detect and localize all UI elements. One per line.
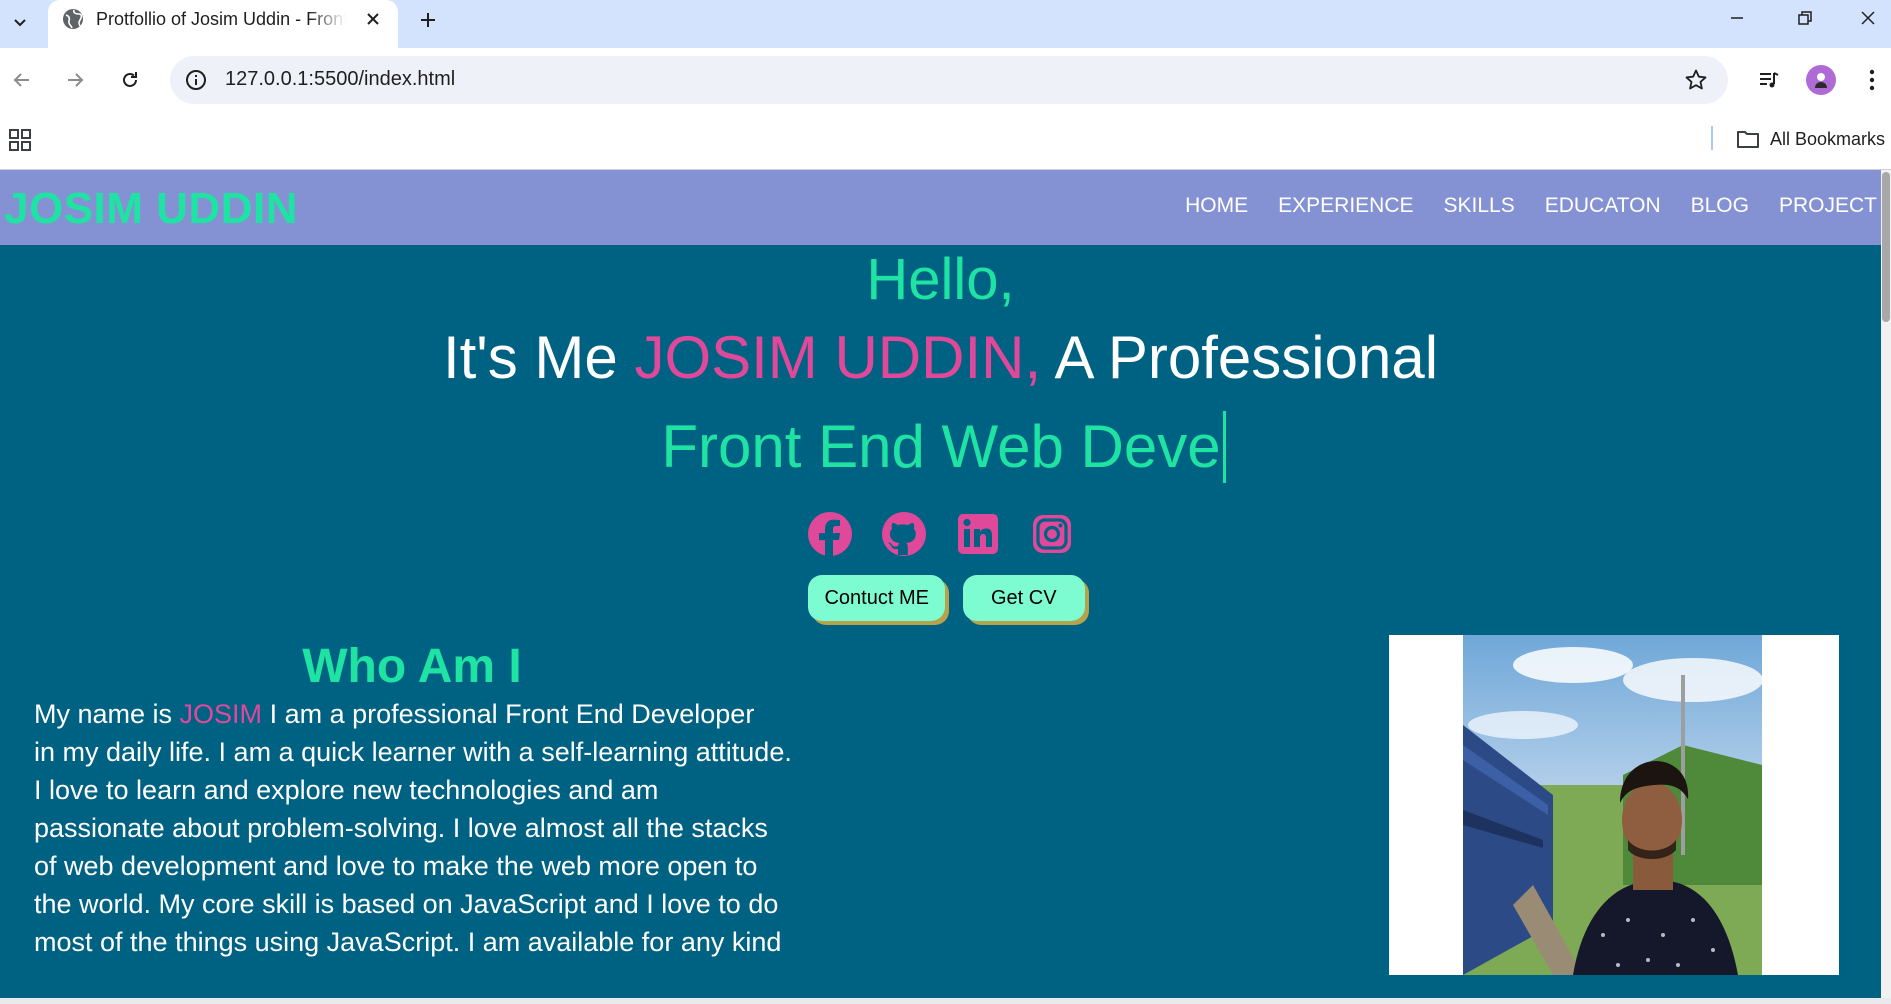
forward-button[interactable]: [57, 62, 93, 98]
nav-experience[interactable]: EXPERIENCE: [1278, 194, 1413, 218]
minimize-icon: [1731, 17, 1743, 19]
nav-blog[interactable]: BLOG: [1691, 194, 1749, 218]
restore-button[interactable]: [1775, 0, 1835, 36]
active-tab[interactable]: Protfollio of Josim Uddin - Front End We…: [48, 0, 398, 48]
about-paragraph: My name is JOSIM I am a professional Fro…: [34, 695, 804, 961]
cta-row: Contuct ME Get CV: [0, 575, 1881, 621]
scrollbar-thumb[interactable]: [1882, 172, 1890, 322]
site-header: JOSIM UDDIN HOME EXPERIENCE SKILLS EDUCA…: [0, 170, 1881, 245]
about-line: My name is JOSIM I am a professional Fro…: [34, 695, 804, 733]
github-link[interactable]: [881, 511, 927, 557]
minimize-button[interactable]: [1707, 0, 1767, 36]
profile-photo-frame: [1389, 635, 1839, 975]
nav-skills[interactable]: SKILLS: [1444, 194, 1515, 218]
browser-toolbar: 127.0.0.1:5500/index.html: [0, 48, 1891, 108]
hero-greeting: Hello,: [866, 247, 1015, 312]
social-links: [0, 511, 1881, 557]
facebook-link[interactable]: [807, 511, 853, 557]
media-control-button[interactable]: [1751, 62, 1787, 98]
new-tab-button[interactable]: [412, 4, 444, 36]
arrow-right-icon: [68, 73, 84, 87]
plus-icon: [421, 13, 435, 27]
folder-icon: [1737, 131, 1759, 148]
address-bar[interactable]: 127.0.0.1:5500/index.html: [170, 56, 1728, 104]
url-text: 127.0.0.1:5500/index.html: [225, 68, 456, 90]
restore-icon: [1798, 11, 1812, 25]
avatar: [1806, 65, 1836, 95]
all-bookmarks-label: All Bookmarks: [1770, 128, 1886, 149]
linkedin-icon: [957, 514, 998, 554]
about-line: I love to learn and explore new technolo…: [34, 775, 659, 805]
close-icon: [1861, 11, 1875, 25]
arrow-left-icon: [13, 73, 29, 87]
instagram-link[interactable]: [1029, 511, 1075, 557]
about-line: of web development and love to make the …: [34, 851, 758, 881]
about-name-highlight: JOSIM: [179, 699, 263, 729]
page-viewport: JOSIM UDDIN HOME EXPERIENCE SKILLS EDUCA…: [0, 170, 1891, 998]
tab-strip: Protfollio of Josim Uddin - Front End We…: [0, 0, 1891, 48]
window-bottom-edge: [0, 998, 1891, 1004]
about-line-text: I am a professional Front End Developer: [262, 699, 755, 729]
profile-button[interactable]: [1803, 62, 1839, 98]
about-line: passionate about problem-solving. I love…: [34, 813, 768, 843]
nav-home[interactable]: HOME: [1185, 194, 1248, 218]
hero-intro-name: JOSIM UDDIN,: [634, 324, 1042, 391]
playlist-music-icon: [1760, 72, 1779, 88]
back-button[interactable]: [4, 62, 40, 98]
hero-intro-prefix: It's Me: [442, 324, 635, 391]
all-bookmarks-button[interactable]: All Bookmarks: [1736, 126, 1885, 152]
bookmarks-separator: [1711, 126, 1713, 150]
hero-intro: It's Me JOSIM UDDIN, A Professional: [0, 323, 1881, 393]
browser-menu-button[interactable]: [1857, 62, 1887, 98]
about-title: Who Am I: [302, 640, 522, 693]
about-line: most of the things using JavaScript. I a…: [34, 927, 782, 957]
globe-icon: [63, 9, 83, 29]
typed-role-text: Front End Web Deve: [655, 411, 1226, 483]
nav-project[interactable]: PROJECT: [1779, 194, 1877, 218]
kebab-menu-icon: [1869, 69, 1875, 91]
about-section: Who Am I My name is JOSIM I am a profess…: [0, 635, 1881, 998]
profile-avatar-icon: [1815, 73, 1827, 88]
reload-icon: [123, 72, 137, 87]
chevron-down-icon: [14, 19, 26, 27]
tab-title: Protfollio of Josim Uddin - Front End We…: [96, 9, 346, 29]
site-nav: HOME EXPERIENCE SKILLS EDUCATON BLOG PRO…: [1185, 194, 1881, 218]
close-window-button[interactable]: [1845, 0, 1891, 36]
tab-search-button[interactable]: [4, 6, 36, 38]
about-line: the world. My core skill is based on Jav…: [34, 889, 779, 919]
about-line: in my daily life. I am a quick learner w…: [34, 737, 792, 767]
bookmarks-bar: All Bookmarks: [0, 108, 1891, 170]
close-icon: [367, 13, 379, 25]
github-icon: [881, 512, 926, 556]
facebook-icon: [807, 512, 852, 557]
page-scrollbar[interactable]: [1881, 170, 1891, 998]
site-info-button[interactable]: [182, 66, 210, 94]
site-logo[interactable]: JOSIM UDDIN: [4, 184, 298, 234]
contact-button[interactable]: Contuct ME: [808, 575, 945, 621]
get-cv-button[interactable]: Get CV: [962, 575, 1085, 621]
profile-photo-image: [1463, 635, 1762, 975]
profile-photo: [1463, 635, 1762, 975]
nav-education[interactable]: EDUCATON: [1545, 194, 1661, 218]
tab-close-button[interactable]: [360, 6, 386, 32]
browser-window: Protfollio of Josim Uddin - Front End We…: [0, 0, 1891, 1004]
about-line-text: My name is: [34, 699, 180, 729]
bookmark-star-button[interactable]: [1682, 66, 1710, 94]
apps-grid-icon[interactable]: [8, 128, 32, 152]
star-icon: [1685, 69, 1707, 90]
hero-intro-suffix: A Professional: [1041, 324, 1439, 391]
reload-button[interactable]: [112, 62, 148, 98]
info-icon: [186, 70, 206, 90]
instagram-icon: [1032, 515, 1071, 553]
typed-role-wrap: Front End Web Deve: [0, 411, 1881, 483]
linkedin-link[interactable]: [955, 511, 1001, 557]
